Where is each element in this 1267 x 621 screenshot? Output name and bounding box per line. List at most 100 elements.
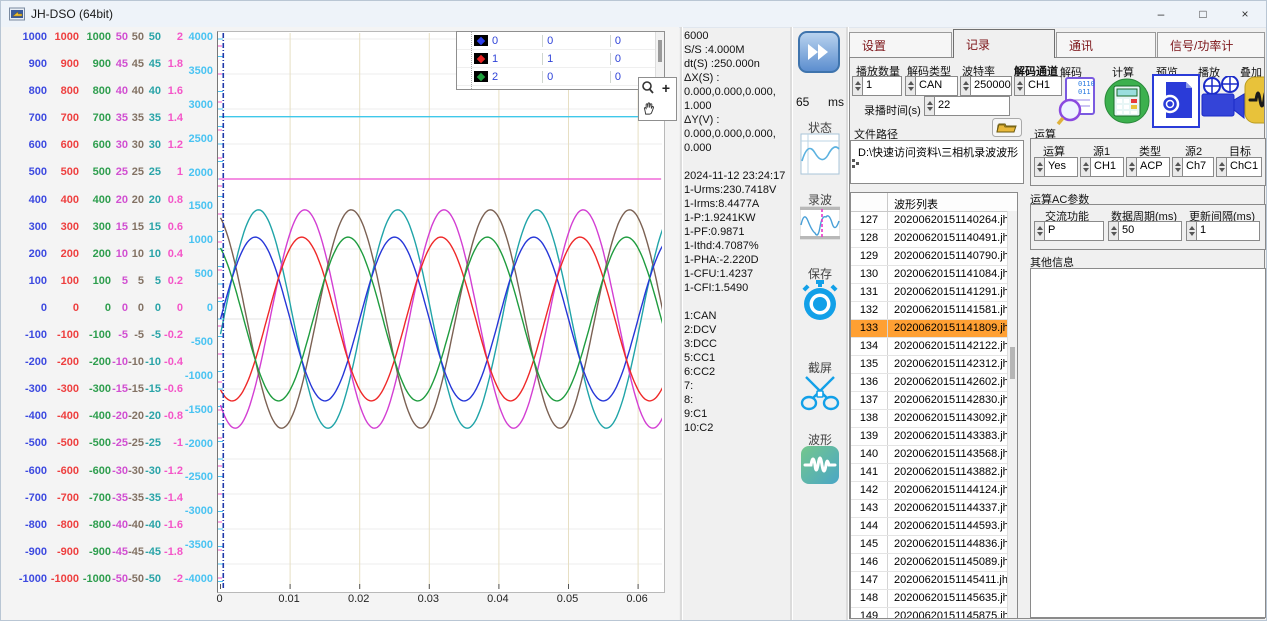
file-list-row[interactable]: 14520200620151144836.jhw [851, 536, 1017, 554]
compute-type-value[interactable]: ACP [1136, 157, 1170, 177]
compute-target-spinner[interactable]: ChC1 [1216, 157, 1262, 177]
update-interval-value[interactable]: 1 [1196, 221, 1260, 241]
spinner-arrows[interactable] [1186, 221, 1196, 241]
file-list-row[interactable]: 14720200620151145411.jhw [851, 572, 1017, 590]
decode-action-icon[interactable]: 0110011 [1056, 76, 1100, 126]
file-list-row[interactable]: 14620200620151145089.jhw [851, 554, 1017, 572]
close-button[interactable]: × [1224, 1, 1266, 27]
waveform-file-list[interactable]: 波形列表 12720200620151140264.jhw12820200620… [850, 192, 1018, 619]
file-list-row[interactable]: 13720200620151142830.jhw [851, 392, 1017, 410]
compute-source1-value[interactable]: CH1 [1090, 157, 1124, 177]
spinner-arrows[interactable] [1172, 157, 1182, 177]
file-list-row[interactable]: 13220200620151141581.jhw [851, 302, 1017, 320]
compute-source2-spinner[interactable]: Ch7 [1172, 157, 1214, 177]
channel-marker-icon[interactable] [474, 35, 488, 46]
update-interval-spinner[interactable]: 1 [1186, 221, 1260, 241]
file-index: 148 [851, 590, 888, 607]
preview-action-icon[interactable] [1152, 74, 1196, 124]
file-list-row[interactable]: 13520200620151142312.jhw [851, 356, 1017, 374]
compute-type-spinner[interactable]: ACP [1126, 157, 1170, 177]
play-camera-icon[interactable] [1200, 76, 1244, 126]
channel-legend[interactable]: 0001102003 [456, 31, 665, 90]
data-period-value[interactable]: 50 [1118, 221, 1182, 241]
fast-forward-button[interactable] [798, 31, 840, 73]
data-period-spinner[interactable]: 50 [1108, 221, 1182, 241]
legend-row[interactable]: 200 [457, 68, 664, 86]
ac-function-spinner[interactable]: P [1034, 221, 1104, 241]
file-list-row[interactable]: 14320200620151144337.jhw [851, 500, 1017, 518]
legend-row[interactable]: 3 [457, 86, 664, 90]
file-list-row[interactable]: 14920200620151145875.jhw [851, 608, 1017, 619]
compute-source1-spinner[interactable]: CH1 [1080, 157, 1124, 177]
x-axis-tick-label: 0.04 [487, 593, 508, 605]
minimize-button[interactable]: – [1140, 1, 1182, 27]
spinner-arrows[interactable] [960, 76, 970, 96]
file-list-row[interactable]: 13020200620151141084.jhw [851, 266, 1017, 284]
tab-record[interactable]: 记录 [953, 29, 1055, 58]
decode-type-spinner[interactable]: CAN [905, 76, 958, 96]
spinner-arrows[interactable] [1216, 157, 1226, 177]
file-list-row[interactable]: 14420200620151144593.jhw [851, 518, 1017, 536]
file-list-scrollbar[interactable] [1007, 211, 1017, 618]
other-info-box[interactable] [1030, 268, 1266, 618]
open-folder-button[interactable] [992, 118, 1024, 138]
file-list-row[interactable]: 14020200620151143568.jhw [851, 446, 1017, 464]
file-name: 20200620151140491.jhw [888, 230, 1017, 247]
screenshot-scissors-icon[interactable] [800, 373, 840, 413]
file-list-row[interactable]: 13620200620151142602.jhw [851, 374, 1017, 392]
waveform-plot[interactable] [217, 31, 665, 593]
zoom-tool-icon[interactable] [640, 80, 656, 96]
overlay-action-icon[interactable] [1244, 76, 1264, 126]
decode-channel-spinner[interactable]: CH1 [1014, 76, 1062, 96]
status-icon[interactable] [800, 133, 840, 173]
file-list-row[interactable]: 13420200620151142122.jhw [851, 338, 1017, 356]
file-list-row[interactable]: 13920200620151143383.jhw [851, 428, 1017, 446]
pan-hand-icon[interactable] [641, 101, 656, 116]
baud-rate-spinner[interactable]: 250000 [960, 76, 1012, 96]
save-stopwatch-icon[interactable] [800, 279, 840, 319]
spinner-arrows[interactable] [1108, 221, 1118, 241]
file-list-row[interactable]: 12820200620151140491.jhw [851, 230, 1017, 248]
file-list-row[interactable]: 12720200620151140264.jhw [851, 212, 1017, 230]
legend-row[interactable]: 110 [457, 50, 664, 68]
compute-source2-value[interactable]: Ch7 [1182, 157, 1214, 177]
spinner-arrows[interactable] [1080, 157, 1090, 177]
decode-type-value[interactable]: CAN [915, 76, 958, 96]
record-wave-icon[interactable] [800, 205, 840, 241]
channel-marker-icon[interactable] [474, 71, 488, 82]
spinner-arrows[interactable] [852, 76, 862, 96]
play-count-value[interactable]: 1 [862, 76, 902, 96]
file-list-row[interactable]: 13320200620151141809.jhw [851, 320, 1017, 338]
file-list-row[interactable]: 13120200620151141291.jhw [851, 284, 1017, 302]
spinner-arrows[interactable] [1034, 221, 1044, 241]
spinner-arrows[interactable] [924, 96, 934, 116]
baud-rate-value[interactable]: 250000 [970, 76, 1012, 96]
compute-action-icon[interactable] [1104, 76, 1148, 126]
compute-enable-spinner[interactable]: Yes [1034, 157, 1078, 177]
file-list-row[interactable]: 14120200620151143882.jhw [851, 464, 1017, 482]
file-list-row[interactable]: 13820200620151143092.jhw [851, 410, 1017, 428]
spinner-arrows[interactable] [905, 76, 915, 96]
zoom-in-icon[interactable]: + [662, 80, 670, 96]
waveform-icon[interactable] [800, 445, 840, 485]
channel-marker-icon[interactable] [474, 89, 488, 90]
file-list-row[interactable]: 12920200620151140790.jhw [851, 248, 1017, 266]
ac-function-value[interactable]: P [1044, 221, 1104, 241]
tab-settings[interactable]: 设置 [849, 32, 952, 57]
spinner-arrows[interactable] [1014, 76, 1024, 96]
spinner-arrows[interactable] [1126, 157, 1136, 177]
record-time-spinner[interactable]: 22 [924, 96, 1010, 116]
spinner-arrows[interactable] [1034, 157, 1044, 177]
channel-marker-icon[interactable] [474, 53, 488, 64]
compute-target-value[interactable]: ChC1 [1226, 157, 1262, 177]
play-count-spinner[interactable]: 1 [852, 76, 902, 96]
file-path-box[interactable]: D:\快速访问资料\三相机录波波形 [850, 140, 1024, 184]
file-list-row[interactable]: 14220200620151144124.jhw [851, 482, 1017, 500]
record-time-value[interactable]: 22 [934, 96, 1010, 116]
compute-enable-value[interactable]: Yes [1044, 157, 1078, 177]
legend-row[interactable]: 000 [457, 32, 664, 50]
file-list-row[interactable]: 14820200620151145635.jhw [851, 590, 1017, 608]
tab-signal-power[interactable]: 信号/功率计 [1157, 32, 1265, 57]
maximize-button[interactable]: □ [1182, 1, 1224, 27]
tab-communication[interactable]: 通讯 [1056, 32, 1156, 57]
